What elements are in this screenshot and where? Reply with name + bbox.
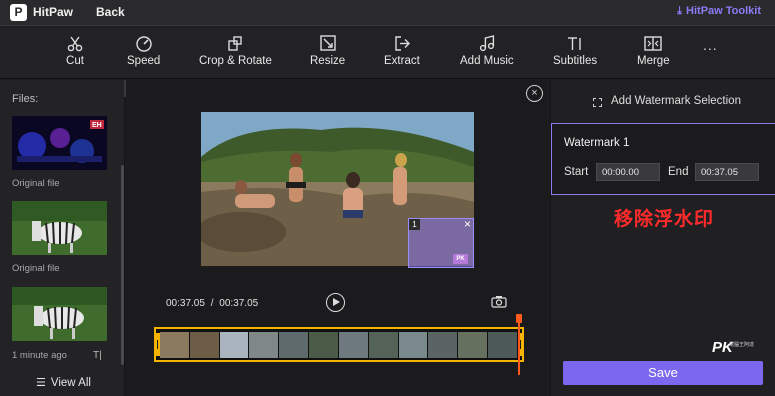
file-caption-3: 1 minute ago: [12, 350, 67, 361]
current-time: 00:37.05: [166, 298, 205, 309]
back-button[interactable]: Back: [96, 5, 125, 19]
overlay-caption: 移除浮水印: [614, 208, 715, 230]
toolkit-link[interactable]: ⤓ HitPaw Toolkit: [677, 5, 761, 18]
watermark-selection-box[interactable]: 1 × PK: [408, 217, 474, 268]
watermark-card[interactable]: Watermark 1 Start End: [551, 123, 775, 195]
svg-text:EH: EH: [92, 122, 102, 129]
start-time-input[interactable]: [596, 163, 660, 181]
playhead[interactable]: [518, 315, 520, 375]
tool-cut-label: Cut: [66, 55, 84, 67]
tool-add-music-label: Add Music: [460, 55, 514, 67]
files-panel: Files: EH Original file Original file 1 …: [0, 80, 125, 396]
file-caption-2: Original file: [12, 263, 60, 274]
timeline-frame: [428, 332, 458, 358]
list-icon: ☰: [36, 377, 46, 389]
end-label: End: [668, 166, 689, 178]
hitpaw-logo-icon: P: [10, 4, 27, 21]
time-separator: /: [210, 298, 214, 309]
view-all-label: View All: [50, 377, 91, 389]
save-button[interactable]: Save: [563, 361, 763, 385]
play-button[interactable]: [326, 293, 345, 312]
tool-resize[interactable]: Resize: [310, 35, 345, 67]
subtitle-indicator-icon: T|: [93, 350, 102, 361]
watermark-number: 1: [409, 219, 420, 230]
selection-icon: [593, 98, 602, 107]
files-label: Files:: [12, 93, 39, 105]
tool-extract-label: Extract: [384, 55, 420, 67]
start-label: Start: [564, 166, 589, 178]
toolkit-label: HitPaw Toolkit: [686, 5, 761, 17]
total-time: 00:37.05: [219, 298, 259, 309]
download-icon: ⤓: [677, 5, 683, 17]
snapshot-button[interactable]: [491, 295, 507, 313]
tool-crop-rotate-label: Crop & Rotate: [199, 55, 272, 67]
crop-rotate-icon: [228, 36, 243, 51]
tool-subtitles[interactable]: Subtitles: [553, 35, 597, 67]
tool-speed[interactable]: Speed: [127, 35, 160, 67]
file-caption-1: Original file: [12, 178, 60, 189]
file-thumbnail-2[interactable]: [12, 201, 107, 255]
tool-speed-label: Speed: [127, 55, 161, 67]
tool-merge-label: Merge: [637, 55, 670, 67]
tool-crop-rotate[interactable]: Crop & Rotate: [199, 35, 272, 67]
timeline-frame: [189, 332, 219, 358]
timeline-frame: [160, 332, 189, 358]
timeline-frame: [458, 332, 488, 358]
view-all-button[interactable]: ☰ View All: [36, 376, 91, 389]
watermark-title: Watermark 1: [564, 137, 630, 149]
merge-icon: [644, 36, 662, 51]
toolbar: Cut Speed Crop & Rotate Resize Extract A…: [0, 27, 775, 79]
tool-add-music[interactable]: Add Music: [460, 35, 514, 67]
title-bar: P HitPaw Back ⤓ HitPaw Toolkit: [0, 0, 775, 26]
more-button[interactable]: ...: [703, 37, 718, 53]
subtitles-icon: [568, 37, 581, 50]
trim-handle-left[interactable]: [155, 333, 160, 356]
resize-icon: [319, 35, 336, 51]
watermark-logo: PK: [453, 254, 468, 264]
close-icon[interactable]: ×: [526, 85, 543, 102]
timeline-frame: [488, 332, 517, 358]
tool-extract[interactable]: Extract: [384, 35, 420, 67]
app-name: HitPaw: [33, 5, 74, 19]
tool-subtitles-label: Subtitles: [553, 55, 598, 67]
time-display: 00:37.05 / 00:37.05: [166, 298, 258, 309]
file-thumbnail-3[interactable]: [12, 287, 107, 341]
tool-merge[interactable]: Merge: [637, 35, 670, 67]
timeline-frame: [338, 332, 368, 358]
speedometer-icon: [135, 36, 152, 52]
timeline-frame: [249, 332, 279, 358]
file-thumbnail-1[interactable]: EH: [12, 116, 107, 170]
timeline-frame: [398, 332, 428, 358]
extract-icon: [395, 36, 410, 51]
preview-area: × 1 × PK 00:37.05 / 00:37.05: [126, 80, 550, 396]
scissors-icon: [67, 36, 83, 52]
timeline-frame: [279, 332, 309, 358]
end-time-input[interactable]: [695, 163, 759, 181]
watermark-panel: Add Watermark Selection Watermark 1 Star…: [550, 80, 775, 396]
timeline-frame: [368, 332, 398, 358]
timeline-frames: [160, 332, 518, 358]
timeline-frame: [219, 332, 249, 358]
tool-resize-label: Resize: [310, 55, 346, 67]
timeline-frame: [309, 332, 338, 358]
tool-cut[interactable]: Cut: [66, 35, 84, 67]
camera-icon: [491, 296, 507, 308]
music-note-icon: [479, 35, 494, 52]
files-scrollbar[interactable]: [121, 165, 124, 365]
add-watermark-selection-button[interactable]: Add Watermark Selection: [611, 95, 741, 107]
timeline-track[interactable]: [154, 327, 524, 362]
remove-selection-icon[interactable]: ×: [464, 217, 471, 231]
brand-subtitle: 電腦王阿達: [729, 342, 755, 348]
